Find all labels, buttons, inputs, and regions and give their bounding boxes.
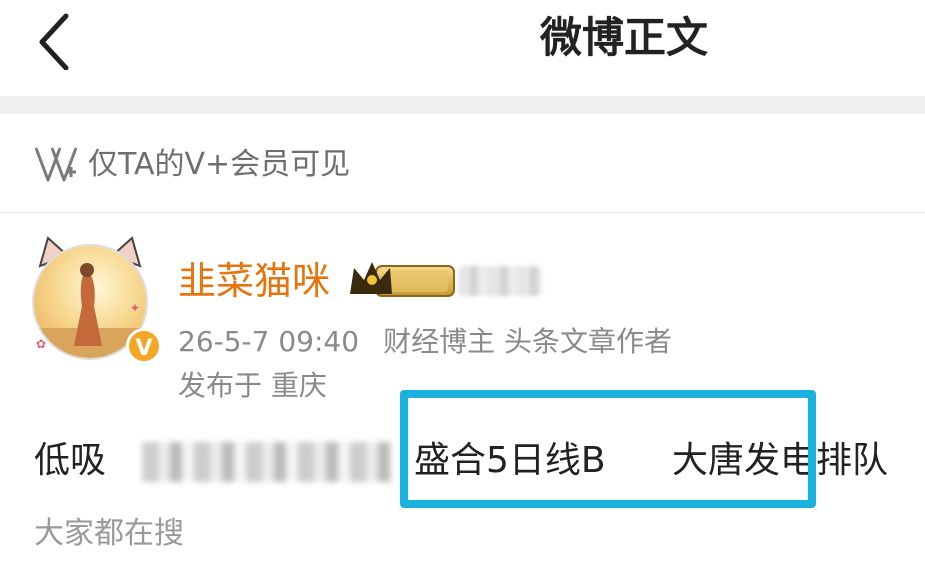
vip-crown-badge-icon[interactable] [346,258,456,302]
redacted-text [142,442,392,482]
svg-text:✿: ✿ [36,337,46,351]
nav-bar: 微博正文 [0,0,925,96]
verified-badge-icon: V [126,328,162,364]
back-button[interactable] [30,10,84,71]
post-meta: 26-5-7 09:40 财经博主 头条文章作者 [178,322,672,362]
post-timestamp: 26-5-7 09:40 [178,325,360,358]
section-divider [0,96,925,114]
chevron-left-icon [39,13,69,71]
vplus-icon [34,147,78,182]
author-avatar[interactable]: ✦ ✿ V [26,236,162,364]
post-content-prefix: 低吸 [34,440,107,481]
level-badge [458,266,542,296]
trending-search-label[interactable]: 大家都在搜 [34,512,184,556]
vplus-label: 仅TA的V+会员可见 [88,147,351,182]
svg-text:✦: ✦ [130,301,140,315]
post-location: 发布于 重庆 [178,369,327,402]
page-title: 微博正文 [540,13,709,62]
author-tags: 财经博主 头条文章作者 [383,325,672,358]
highlight-annotation-box [400,390,816,508]
author-name[interactable]: 韭菜猫咪 [178,256,330,306]
